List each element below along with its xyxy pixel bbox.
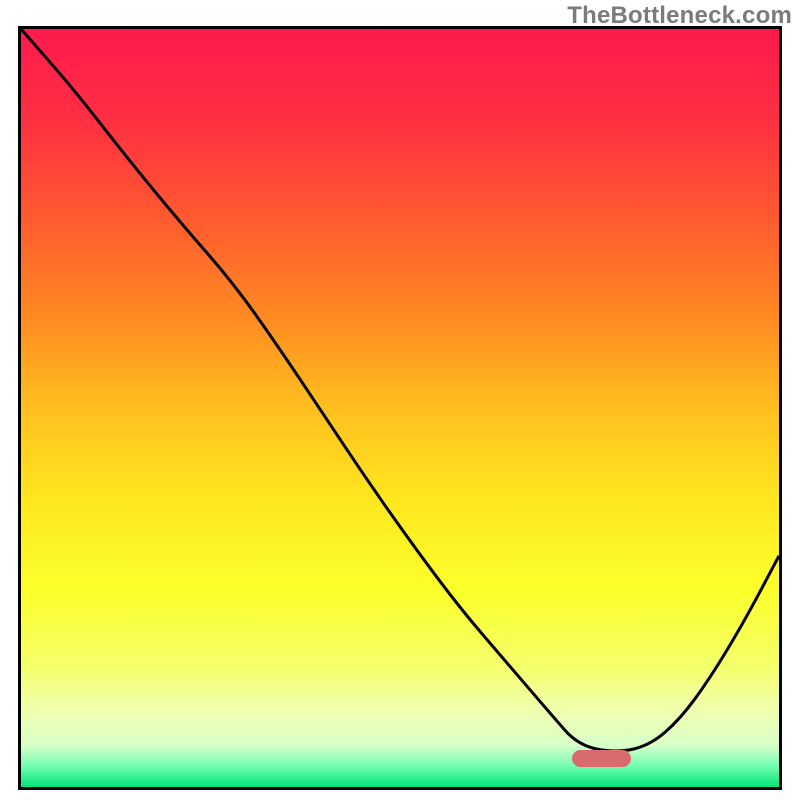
chart-canvas: TheBottleneck.com: [0, 0, 800, 800]
plot-frame: [18, 26, 782, 790]
curve-path: [21, 29, 779, 751]
watermark-text: TheBottleneck.com: [567, 2, 792, 30]
curve-overlay: [21, 29, 779, 787]
minimum-marker: [572, 750, 632, 767]
